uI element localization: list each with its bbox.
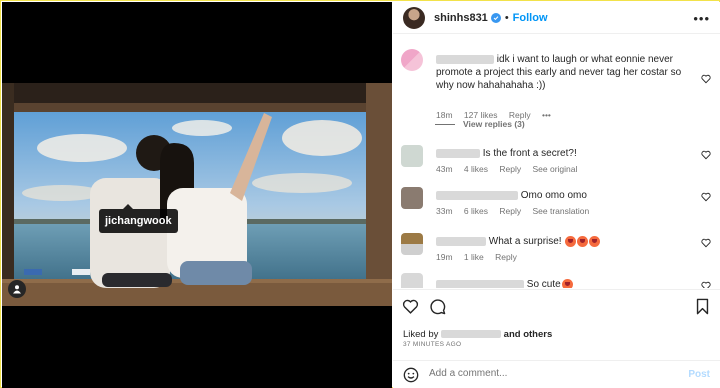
list-item: idk i want to laugh or what eonnie never… <box>401 49 711 129</box>
more-options-icon[interactable]: ••• <box>693 11 710 26</box>
heart-eyes-emoji-icon <box>577 235 589 247</box>
heart-icon[interactable] <box>701 192 711 202</box>
list-item: So cute <box>401 273 711 288</box>
list-item: What a surprise! 19m 1 like Reply <box>401 233 711 263</box>
post-media[interactable]: jichangwook <box>2 2 392 388</box>
comment-input[interactable] <box>429 368 649 379</box>
comment-meta: 43m 4 likes Reply See original <box>436 164 586 174</box>
comment-likes[interactable]: 6 likes <box>464 206 488 216</box>
comment-list[interactable]: idk i want to laugh or what eonnie never… <box>393 35 720 288</box>
comment-text: Omo omo omo <box>520 190 587 201</box>
comment-likes[interactable]: 4 likes <box>464 164 488 174</box>
comment-body: What a surprise! <box>436 235 601 248</box>
blurred-username <box>436 54 494 64</box>
liked-others-link[interactable]: and others <box>504 329 553 340</box>
comment-more-icon[interactable]: ••• <box>542 110 551 120</box>
comment-text: What a surprise! <box>488 236 562 247</box>
user-tag-label[interactable]: jichangwook <box>99 204 178 233</box>
add-comment-bar: Post <box>393 360 720 388</box>
heart-icon[interactable] <box>701 281 711 288</box>
post-actions: Liked by and others 37 MINUTES AGO <box>393 289 720 359</box>
post-photo <box>2 83 392 306</box>
heart-icon[interactable] <box>701 74 711 84</box>
heart-eyes-emoji-icon <box>561 278 573 288</box>
comment-body: Is the front a secret?! <box>436 147 577 160</box>
list-item: Is the front a secret?! 43m 4 likes Repl… <box>401 145 711 175</box>
comment-time: 33m <box>436 206 453 216</box>
comment-body: Omo omo omo <box>436 189 587 202</box>
post-timestamp: 37 MINUTES AGO <box>403 341 462 348</box>
blurred-username <box>441 330 502 339</box>
blurred-username <box>436 190 518 200</box>
comment-text: So cute <box>526 279 561 288</box>
avatar[interactable] <box>403 6 425 29</box>
list-item: Omo omo omo 33m 6 likes Reply See transl… <box>401 187 711 217</box>
liked-by-label: Liked by <box>403 329 439 340</box>
comment-body: idk i want to laugh or what eonnie never… <box>436 53 698 92</box>
separator-dot: • <box>504 11 509 24</box>
avatar[interactable] <box>401 49 423 71</box>
blurred-username <box>436 148 480 158</box>
blurred-username <box>436 236 486 246</box>
post-comment-button[interactable]: Post <box>688 369 710 380</box>
comment-text: Is the front a secret?! <box>482 148 577 159</box>
avatar[interactable] <box>401 145 423 167</box>
blurred-username <box>436 279 524 288</box>
comment-meta: 19m 1 like Reply <box>436 252 526 262</box>
comment-likes[interactable]: 1 like <box>464 252 484 262</box>
heart-icon[interactable] <box>402 298 419 315</box>
verified-badge-icon <box>490 12 501 23</box>
reply-button[interactable]: Reply <box>499 206 521 216</box>
post-sidebar: shinhs831 • Follow ••• idk i want to lau… <box>393 2 720 388</box>
reply-button[interactable]: Reply <box>499 164 521 174</box>
see-original-button[interactable]: See original <box>533 164 578 174</box>
follow-button[interactable]: Follow <box>513 12 548 24</box>
reply-button[interactable]: Reply <box>495 252 517 262</box>
see-translation-button[interactable]: See translation <box>533 206 590 216</box>
comment-time: 43m <box>436 164 453 174</box>
username[interactable]: shinhs831 <box>434 12 488 24</box>
heart-icon[interactable] <box>701 150 711 160</box>
comment-body: So cute <box>436 278 573 288</box>
avatar[interactable] <box>401 273 423 288</box>
likes-summary: Liked by and others <box>403 329 552 340</box>
comment-icon[interactable] <box>429 298 446 315</box>
comment-time: 19m <box>436 252 453 262</box>
comment-meta: 33m 6 likes Reply See translation <box>436 206 598 216</box>
post-header: shinhs831 • Follow ••• <box>393 2 720 34</box>
heart-eyes-emoji-icon <box>589 235 601 247</box>
emoji-icon[interactable] <box>403 367 419 383</box>
user-tag-icon[interactable] <box>8 280 26 298</box>
heart-eyes-emoji-icon <box>565 235 577 247</box>
avatar[interactable] <box>401 187 423 209</box>
heart-icon[interactable] <box>701 238 711 248</box>
bookmark-icon[interactable] <box>695 298 710 315</box>
avatar[interactable] <box>401 233 423 255</box>
view-replies-button[interactable]: View replies (3) <box>435 119 525 129</box>
instagram-post-window: jichangwook shinhs831 • Follow ••• idk i… <box>0 0 720 388</box>
